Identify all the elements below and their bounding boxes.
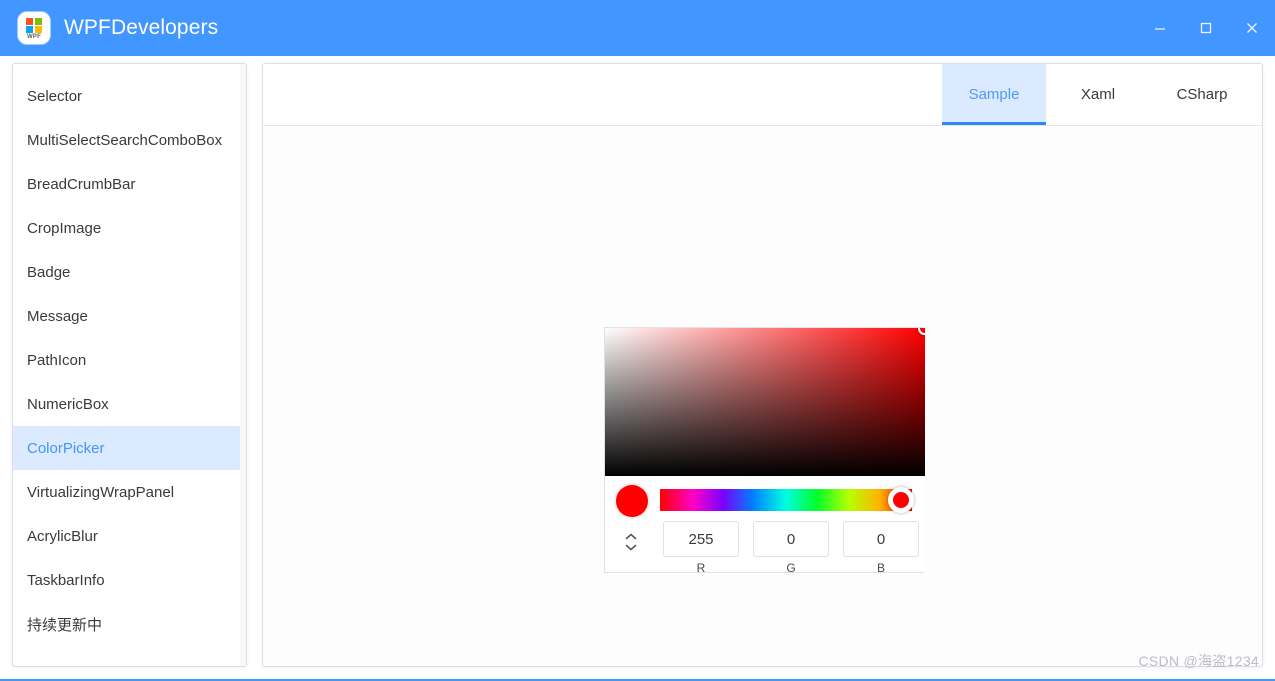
sidebar-item-continuous-update[interactable]: 持续更新中 xyxy=(13,602,246,646)
sidebar-item-label: Badge xyxy=(27,263,71,281)
sample-stage: 255 R 0 G 0 B xyxy=(263,126,1262,666)
sidebar-item-numericbox[interactable]: NumericBox xyxy=(13,382,246,426)
sidebar-item-virtualizingwrappanel[interactable]: VirtualizingWrapPanel xyxy=(13,470,246,514)
tab-bar: Sample Xaml CSharp xyxy=(263,64,1262,126)
close-icon xyxy=(1247,23,1257,33)
close-button[interactable] xyxy=(1229,0,1275,56)
color-picker-widget: 255 R 0 G 0 B xyxy=(604,327,925,575)
sidebar-item-message[interactable]: Message xyxy=(13,294,246,338)
logo-tile-yellow xyxy=(34,26,42,33)
color-picker-controls: 255 R 0 G 0 B xyxy=(605,476,925,575)
saturation-value-thumb[interactable] xyxy=(918,328,925,335)
sidebar-item-selector[interactable]: Selector xyxy=(13,74,246,118)
sidebar-item-breadcrumbbar[interactable]: BreadCrumbBar xyxy=(13,162,246,206)
sidebar-item-cropimage[interactable]: CropImage xyxy=(13,206,246,250)
sidebar-item-label: VirtualizingWrapPanel xyxy=(27,483,175,501)
blue-channel: 0 B xyxy=(843,521,919,575)
app-logo-icon: WPF xyxy=(18,12,50,44)
sidebar-item-label: AcrylicBlur xyxy=(27,527,98,545)
minimize-button[interactable] xyxy=(1137,0,1183,56)
brand: WPF WPFDevelopers xyxy=(18,12,218,44)
tab-csharp[interactable]: CSharp xyxy=(1150,64,1254,125)
red-label: R xyxy=(696,561,706,575)
sidebar-item-label: PathIcon xyxy=(27,351,87,369)
window-controls xyxy=(1137,0,1275,56)
app-title: WPFDevelopers xyxy=(64,16,219,39)
value-stepper[interactable] xyxy=(620,525,642,559)
tab-label: Sample xyxy=(968,86,1020,103)
sidebar-item-badge[interactable]: Badge xyxy=(13,250,246,294)
sidebar-item-colorpicker[interactable]: ColorPicker xyxy=(13,426,246,470)
window-body: Selector MultiSelectSearchComboBox Bread… xyxy=(0,56,1275,681)
blue-label: B xyxy=(876,561,885,575)
red-channel: 255 R xyxy=(663,521,739,575)
chevron-down-icon[interactable] xyxy=(625,544,637,551)
logo-tiles xyxy=(26,17,42,33)
tab-sample[interactable]: Sample xyxy=(942,64,1046,125)
selected-color-swatch xyxy=(616,485,648,517)
minimize-icon xyxy=(1155,28,1165,30)
saturation-value-area[interactable] xyxy=(605,328,925,476)
maximize-button[interactable] xyxy=(1183,0,1229,56)
logo-tile-red xyxy=(26,17,34,25)
sidebar-panel: Selector MultiSelectSearchComboBox Bread… xyxy=(12,63,247,667)
sidebar-item-acrylicblur[interactable]: AcrylicBlur xyxy=(13,514,246,558)
sidebar-item-label: CropImage xyxy=(27,219,102,237)
tab-label: CSharp xyxy=(1176,86,1228,103)
blue-input[interactable]: 0 xyxy=(843,521,919,557)
red-input[interactable]: 255 xyxy=(663,521,739,557)
tab-label: Xaml xyxy=(1080,86,1116,103)
application-window: WPF WPFDevelopers Selector MultiSelectSe… xyxy=(0,0,1275,681)
sidebar-item-label: BreadCrumbBar xyxy=(27,175,136,193)
logo-label: WPF xyxy=(27,33,41,40)
sidebar-item-multiselectsearchcombobox[interactable]: MultiSelectSearchComboBox xyxy=(13,118,246,162)
green-channel: 0 G xyxy=(753,521,829,575)
sidebar-item-label: NumericBox xyxy=(27,395,109,413)
green-input[interactable]: 0 xyxy=(753,521,829,557)
hue-slider[interactable] xyxy=(660,487,914,513)
sidebar-item-label: 持续更新中 xyxy=(27,616,103,634)
sidebar-item-label: MultiSelectSearchComboBox xyxy=(27,131,223,149)
maximize-icon xyxy=(1200,22,1212,34)
sidebar-item-label: Message xyxy=(27,307,88,325)
tab-xaml[interactable]: Xaml xyxy=(1046,64,1150,125)
sidebar-item-label: Selector xyxy=(27,87,83,105)
green-label: G xyxy=(786,561,796,575)
sidebar-item-label: TaskbarInfo xyxy=(27,571,105,589)
hue-slider-thumb[interactable] xyxy=(888,487,914,513)
logo-tile-green xyxy=(34,17,42,25)
sidebar-item-pathicon[interactable]: PathIcon xyxy=(13,338,246,382)
sidebar-list[interactable]: Selector MultiSelectSearchComboBox Bread… xyxy=(13,64,246,666)
sidebar-item-taskbarinfo[interactable]: TaskbarInfo xyxy=(13,558,246,602)
rgb-fields: 255 R 0 G 0 B xyxy=(663,521,919,575)
sidebar-scrollbar[interactable] xyxy=(240,64,246,666)
watermark: CSDN @海盗1234 xyxy=(1138,653,1259,669)
content-panel: Sample Xaml CSharp 255 R 0 G 0 B xyxy=(262,63,1263,667)
sidebar-item-label: ColorPicker xyxy=(27,439,105,457)
logo-tile-blue xyxy=(26,26,34,33)
title-bar: WPF WPFDevelopers xyxy=(0,0,1275,56)
chevron-up-icon[interactable] xyxy=(625,533,637,540)
